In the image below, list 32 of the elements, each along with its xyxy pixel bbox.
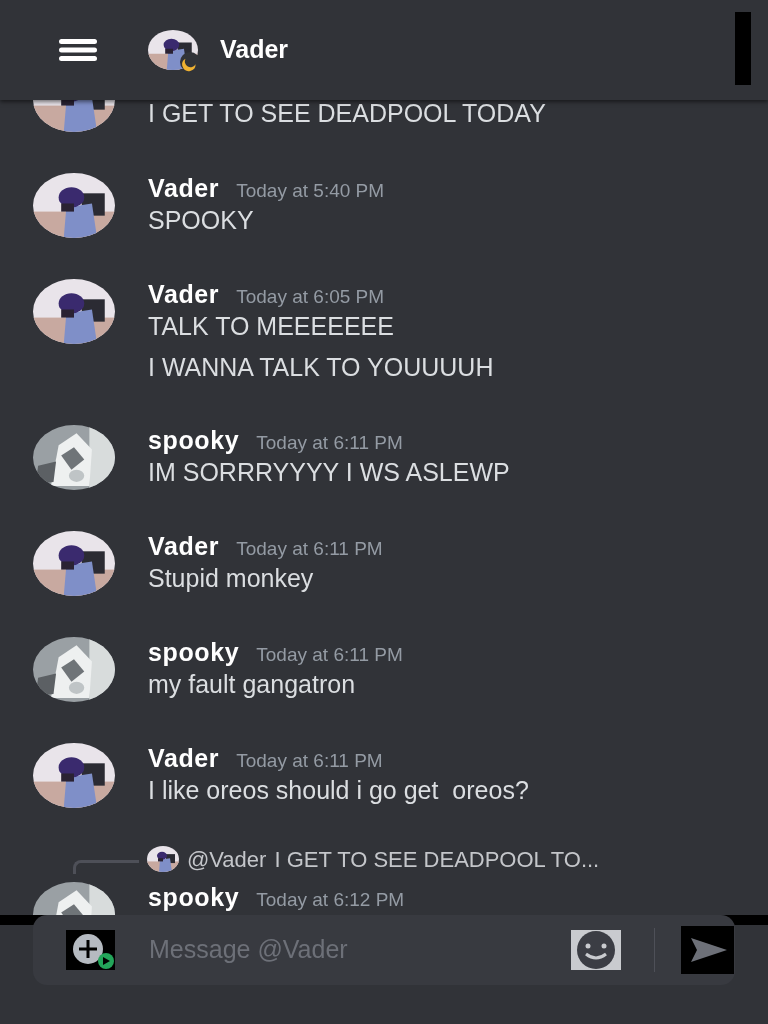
reply-author[interactable]: @Vader	[187, 842, 267, 876]
reply-preview[interactable]: I GET TO SEE DEADPOOL TO...	[274, 842, 600, 876]
author-name[interactable]: Vader	[148, 279, 220, 309]
send-icon[interactable]	[681, 926, 734, 974]
author-name[interactable]: spooky	[148, 637, 240, 667]
message-input[interactable]: Message @Vader	[149, 931, 571, 969]
author-name[interactable]: Vader	[148, 173, 220, 203]
message-text: I GET TO SEE DEADPOOL TODAY	[148, 100, 546, 126]
message-text: I like oreos should i go get oreos?	[148, 775, 529, 806]
timestamp: Today at 6:11 PM	[236, 537, 383, 561]
message-field[interactable]: Message @Vader	[33, 915, 735, 985]
timestamp: Today at 6:11 PM	[256, 643, 403, 667]
menu-icon[interactable]	[59, 38, 97, 62]
timestamp: Today at 6:11 PM	[256, 431, 403, 455]
chat-title: Vader	[220, 34, 289, 66]
timestamp: Today at 6:12 PM	[256, 888, 405, 912]
add-icon[interactable]	[66, 930, 115, 970]
timestamp: Today at 6:11 PM	[236, 749, 383, 773]
message-text: my fault gangatron	[148, 669, 357, 700]
message-text: IM SORRRYYYY I WS ASLEWP	[148, 457, 510, 488]
reply-connector	[73, 860, 139, 874]
author-name[interactable]: Vader	[148, 743, 220, 773]
message-text: I WANNA TALK TO YOUUUUH	[148, 352, 494, 383]
message-text: SPOOKY	[148, 205, 255, 236]
message-text: Stupid monkey	[148, 563, 315, 594]
timestamp: Today at 6:05 PM	[236, 285, 385, 309]
author-name[interactable]: spooky	[148, 882, 240, 912]
timestamp: Today at 5:40 PM	[236, 179, 385, 203]
author-name[interactable]: Vader	[148, 531, 220, 561]
message-text: TALK TO MEEEEEEE	[148, 311, 395, 342]
author-name[interactable]: spooky	[148, 425, 240, 455]
emoji-icon[interactable]	[571, 930, 621, 970]
